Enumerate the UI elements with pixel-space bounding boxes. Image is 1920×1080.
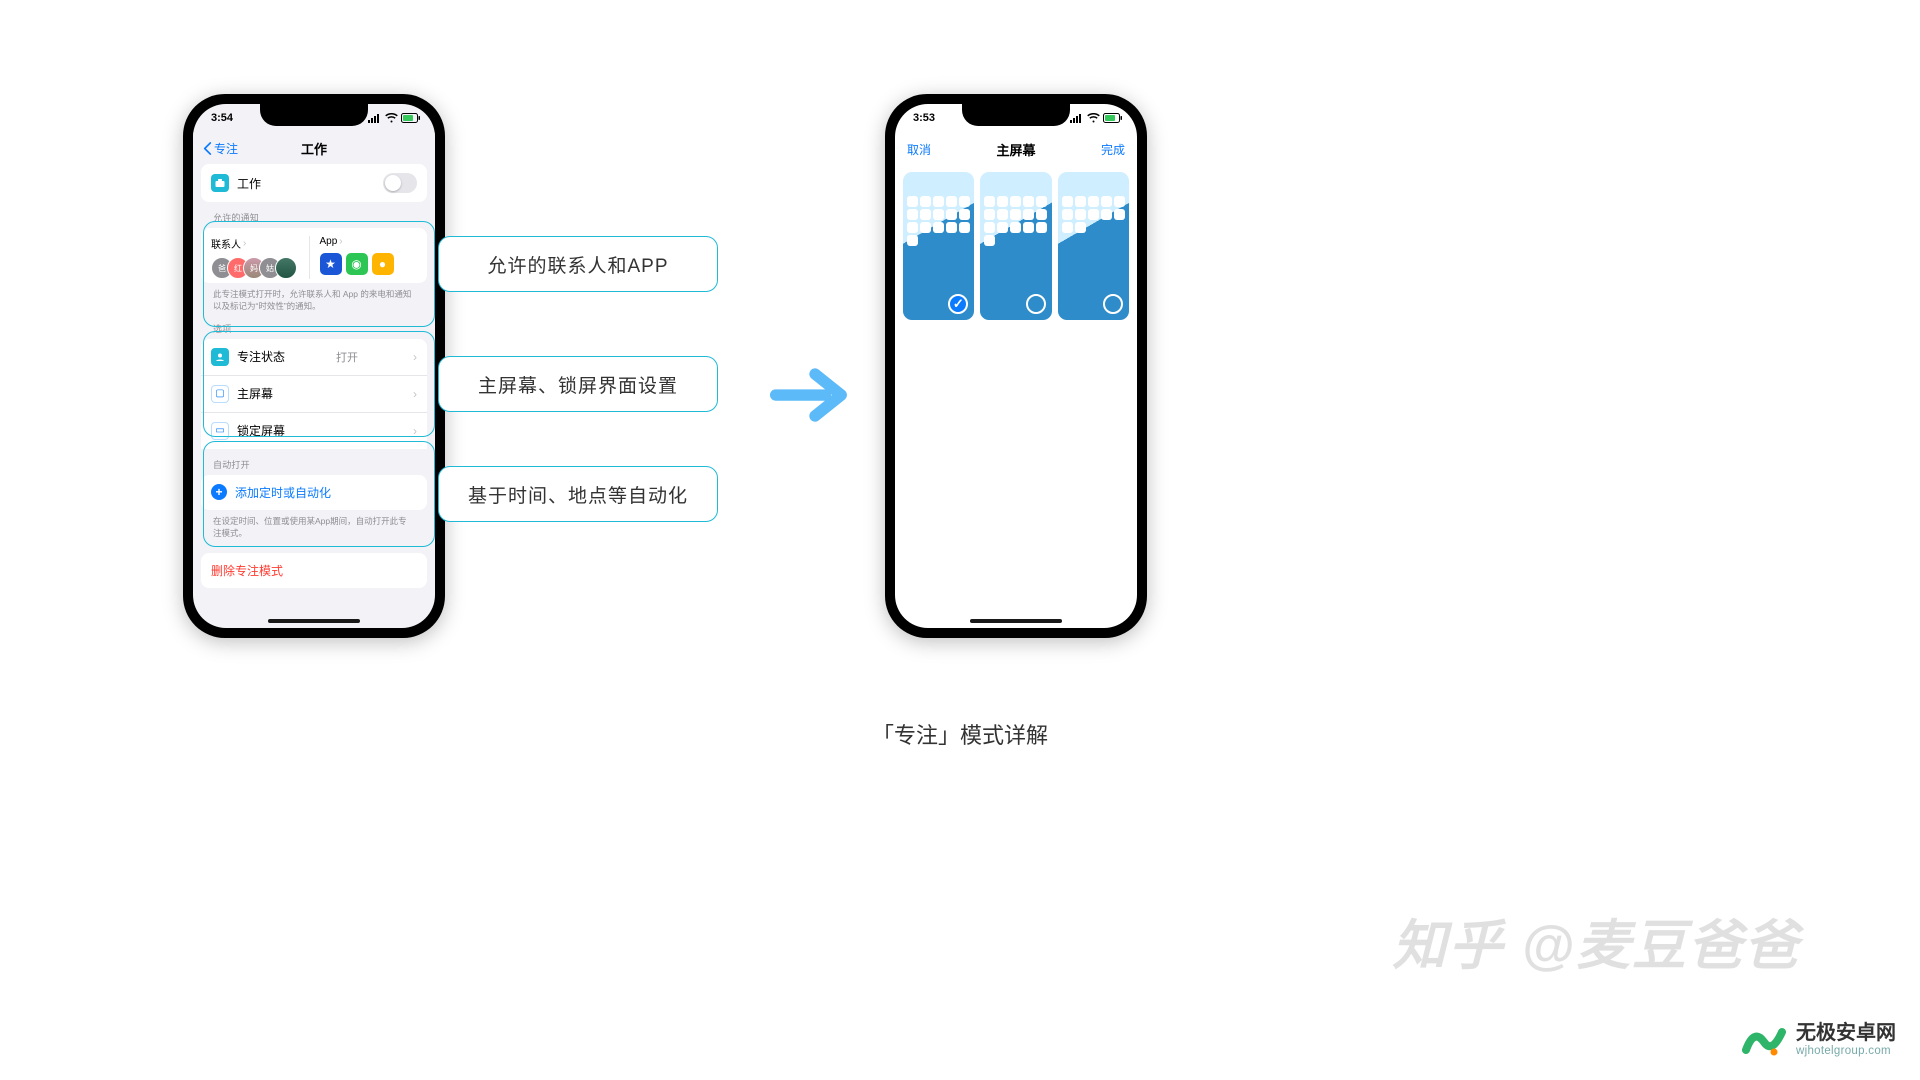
zhihu-watermark: 知乎 @麦豆爸爸 [1392,901,1800,980]
app-icon: ◉ [346,253,368,275]
work-label: 工作 [237,175,261,192]
apps-label: App [320,236,338,247]
app-icon: ★ [320,253,342,275]
home-screen-row[interactable]: ▢ 主屏幕 › [201,375,427,412]
nav-title: 工作 [193,139,435,158]
delete-focus-label: 删除专注模式 [211,562,283,579]
sheet-title: 主屏幕 [996,140,1035,159]
site-watermark: 无极安卓网 wjhotelgroup.com [1742,1018,1896,1062]
cancel-button[interactable]: 取消 [907,141,931,158]
status-indicators [368,113,421,123]
signal-icon [368,114,382,123]
wifi-icon [1087,113,1100,123]
auto-footnote: 在设定时间、位置或使用某App期间，自动打开此专注模式。 [201,510,427,540]
options-header: 选项 [201,313,427,339]
callout-label-c: 基于时间、地点等自动化 [438,466,718,522]
focus-status-label: 专注状态 [237,348,285,365]
left-phone-screen: 3:54 专注 工作 工作 允许的通知 [193,104,435,628]
allowed-apps[interactable]: App › ★ ◉ ● [309,236,418,279]
allowed-contacts[interactable]: 联系人 › 爸 红 妈 姑 [211,236,309,279]
callout-label-a: 允许的联系人和APP [438,236,718,292]
chevron-right-icon: › [413,350,417,364]
chevron-right-icon: › [413,424,417,438]
selection-checkmark-icon [948,294,968,314]
selection-circle-icon [1026,294,1046,314]
allowed-notifications-block: 联系人 › 爸 红 妈 姑 App [201,228,427,283]
home-screen-thumbnail[interactable] [1058,172,1129,320]
focus-status-value: 打开 [336,349,358,365]
home-indicator [268,619,360,623]
add-automation-row[interactable]: + 添加定时或自动化 [201,475,427,510]
arrow-right-icon [770,360,860,430]
chevron-right-icon: › [339,236,342,247]
site-domain: wjhotelgroup.com [1796,1045,1896,1058]
notch [962,104,1070,126]
status-time: 3:53 [913,112,935,124]
home-screen-thumbnail[interactable] [903,172,974,320]
home-indicator [970,619,1062,623]
home-screen-thumbnail[interactable] [980,172,1051,320]
selection-circle-icon [1103,294,1123,314]
battery-icon [1103,113,1123,123]
nav-bar: 专注 工作 [193,132,435,164]
done-button[interactable]: 完成 [1101,141,1125,158]
lock-screen-row[interactable]: ▭ 锁定屏幕 › [201,412,427,449]
work-switch[interactable] [383,173,417,193]
work-icon [211,174,229,192]
notch [260,104,368,126]
right-phone-frame: 3:53 取消 主屏幕 完成 [885,94,1147,638]
status-indicators [1070,113,1123,123]
focus-status-row[interactable]: 专注状态 打开 › [201,339,427,375]
app-icon: ● [372,253,394,275]
signal-icon [1070,114,1084,123]
lock-screen-label: 锁定屏幕 [237,422,285,439]
site-logo-icon [1742,1018,1786,1062]
chevron-right-icon: › [243,238,246,249]
plus-icon: + [211,484,227,500]
work-toggle-row[interactable]: 工作 [201,164,427,202]
avatar [275,257,297,279]
battery-icon [401,113,421,123]
add-automation-label: 添加定时或自动化 [235,484,331,501]
contacts-label: 联系人 [211,236,241,251]
auto-header: 自动打开 [201,449,427,475]
delete-focus-row[interactable]: 删除专注模式 [201,553,427,588]
home-screen-thumbnails [895,166,1137,326]
focus-status-icon [211,348,229,366]
lock-screen-icon: ▭ [211,422,229,440]
left-phone-frame: 3:54 专注 工作 工作 允许的通知 [183,94,445,638]
allowed-header: 允许的通知 [201,202,427,228]
contact-avatars: 爸 红 妈 姑 [211,257,309,279]
image-caption: 「专注」模式详解 [872,718,1048,750]
settings-list: 工作 允许的通知 联系人 › 爸 红 妈 [193,164,435,588]
wifi-icon [385,113,398,123]
sheet-navbar: 取消 主屏幕 完成 [895,132,1137,166]
home-screen-icon: ▢ [211,385,229,403]
right-phone-screen: 3:53 取消 主屏幕 完成 [895,104,1137,628]
allowed-footnote: 此专注模式打开时，允许联系人和 App 的来电和通知以及标记为“时效性”的通知。 [201,283,427,313]
status-time: 3:54 [211,112,233,124]
callout-label-b: 主屏幕、锁屏界面设置 [438,356,718,412]
site-name: 无极安卓网 [1796,1022,1896,1045]
chevron-right-icon: › [413,387,417,401]
home-screen-label: 主屏幕 [237,385,273,402]
